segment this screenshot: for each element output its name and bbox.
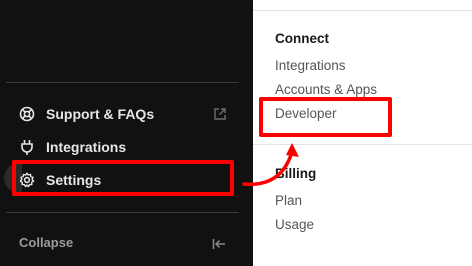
plug-icon	[18, 138, 36, 156]
sidebar-item-label: Support & FAQs	[46, 106, 155, 122]
sidebar-item-support[interactable]: Support & FAQs	[18, 101, 154, 127]
sidebar-divider-bottom	[6, 212, 239, 213]
collapse-icon[interactable]	[212, 237, 226, 251]
sidebar-divider-top	[6, 82, 239, 83]
section-title-connect: Connect	[275, 31, 329, 46]
developer-highlight-box	[259, 97, 392, 137]
settings-highlight-box	[12, 160, 234, 196]
link-accounts-apps[interactable]: Accounts & Apps	[275, 82, 377, 97]
sidebar-item-label: Integrations	[46, 139, 127, 155]
sidebar-item-integrations[interactable]: Integrations	[18, 134, 126, 160]
link-usage[interactable]: Usage	[275, 217, 314, 232]
link-plan[interactable]: Plan	[275, 193, 302, 208]
sidebar: Support & FAQs Integrations Settings Col…	[0, 0, 253, 266]
collapse-button[interactable]: Collapse	[19, 235, 73, 250]
panel-divider-top	[253, 10, 472, 11]
annotation-arrow-icon	[242, 143, 299, 187]
link-integrations[interactable]: Integrations	[275, 58, 346, 73]
external-link-icon	[213, 107, 227, 121]
support-icon	[18, 105, 36, 123]
